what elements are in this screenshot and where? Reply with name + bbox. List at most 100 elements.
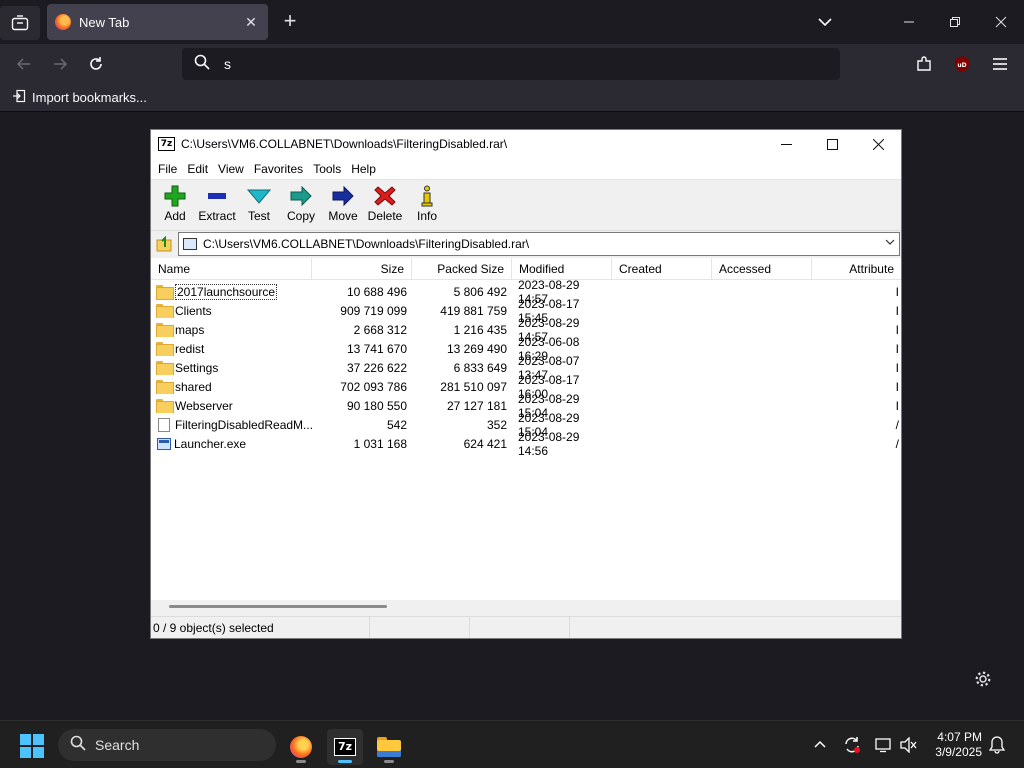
cell-packed-size: 5 806 492 [453,284,507,299]
window-titlebar[interactable]: 7z C:\Users\VM6.COLLABNET\Downloads\Filt… [151,130,901,158]
col-size[interactable]: Size [312,258,412,279]
text-file-icon [158,417,170,432]
cell-attributes: I [895,284,899,299]
extensions-icon[interactable] [910,50,938,78]
windows-start-icon[interactable] [20,734,44,758]
path-text: C:\Users\VM6.COLLABNET\Downloads\Filteri… [203,236,530,251]
chevron-down-icon[interactable] [815,12,835,32]
cell-packed-size: 419 881 759 [440,303,507,318]
tab-list-icon[interactable] [0,6,40,40]
menu-tools[interactable]: Tools [308,162,346,176]
col-packed-size[interactable]: Packed Size [412,258,512,279]
scrollbar-thumb[interactable] [169,605,387,608]
chevron-down-icon[interactable] [885,237,895,250]
info-icon [419,183,435,209]
close-window-icon[interactable] [978,8,1024,36]
notification-bell-icon[interactable] [985,733,1009,757]
cell-size: 90 180 550 [346,398,407,413]
move-icon [331,183,355,209]
add-icon [164,183,186,209]
status-selection: 0 / 9 object(s) selected [151,617,370,638]
col-attributes[interactable]: Attribute [812,258,901,279]
taskbar-7zip[interactable]: 7z [327,729,363,765]
col-created[interactable]: Created [612,258,712,279]
menu-help[interactable]: Help [346,162,381,176]
folder-up-icon[interactable] [152,232,178,256]
add-button[interactable]: Add [154,183,196,223]
network-icon[interactable] [872,733,896,757]
info-button[interactable]: Info [406,183,448,223]
sync-icon[interactable] [840,733,864,757]
menu-icon[interactable] [986,50,1014,78]
cell-attributes: I [895,303,899,318]
menu-edit[interactable]: Edit [182,162,213,176]
minimize-icon[interactable] [886,8,932,36]
test-button[interactable]: Test [238,183,280,223]
cell-attributes: I [895,341,899,356]
tab-bar: New Tab ✕ + [0,0,1024,44]
copy-label: Copy [286,209,315,223]
svg-text:uD: uD [957,62,966,69]
cell-size: 2 668 312 [353,322,407,337]
cell-name: shared [151,380,312,394]
close-icon[interactable] [855,130,901,158]
toolbar: Add Extract Test Copy Move Delete Info [151,180,901,230]
system-clock[interactable]: 4:07 PM 3/9/2025 [920,730,982,760]
taskbar-firefox[interactable] [283,729,319,765]
clock-date: 3/9/2025 [935,745,982,759]
menu-favorites[interactable]: Favorites [249,162,308,176]
horizontal-scrollbar[interactable] [151,600,901,614]
url-input[interactable]: s [224,56,231,72]
path-combobox[interactable]: C:\Users\VM6.COLLABNET\Downloads\Filteri… [178,231,900,256]
copy-button[interactable]: Copy [280,183,322,223]
7zip-app-icon: 7z [158,137,175,151]
extract-label: Extract [198,209,236,223]
taskbar-search[interactable]: Search [58,729,276,761]
table-row[interactable]: Launcher.exe 1 031 168 624 421 2023-08-29 1… [151,430,901,458]
move-label: Move [328,209,358,223]
taskbar-file-explorer[interactable] [371,729,407,765]
cell-attributes: I [895,398,899,413]
chevron-up-icon[interactable] [808,733,832,757]
cell-size: 37 226 622 [346,360,407,375]
minimize-icon[interactable] [763,130,809,158]
tab-new-tab[interactable]: New Tab ✕ [47,4,268,40]
file-name: 2017launchsource [175,283,278,300]
cell-packed-size: 281 510 097 [440,379,507,394]
cell-size: 1 031 168 [353,436,407,451]
close-icon[interactable]: ✕ [242,14,260,31]
back-icon[interactable] [10,50,38,78]
col-accessed[interactable]: Accessed [712,258,812,279]
menu-file[interactable]: File [153,162,182,176]
cell-size: 13 741 670 [346,341,407,356]
restore-icon[interactable] [932,8,978,36]
delete-button[interactable]: Delete [364,183,406,223]
ublock-icon[interactable]: uD [948,50,976,78]
menu-view[interactable]: View [213,162,249,176]
file-list: Name Size Packed Size Modified Created A… [151,258,901,600]
url-bar[interactable]: s [182,48,840,80]
cell-name: Settings [151,361,312,375]
forward-icon[interactable] [46,50,74,78]
volume-muted-icon[interactable] [897,733,921,757]
move-button[interactable]: Move [322,183,364,223]
cell-size: 10 688 496 [346,284,407,299]
maximize-icon[interactable] [809,130,855,158]
gear-icon[interactable] [972,668,994,690]
extract-button[interactable]: Extract [196,183,238,223]
navigation-toolbar: s uD [0,44,1024,84]
reload-icon[interactable] [82,50,110,78]
file-name: Webserver [175,398,233,413]
plus-icon[interactable]: + [279,10,301,34]
import-bookmarks-link[interactable]: Import bookmarks... [32,90,147,105]
col-name[interactable]: Name [151,258,312,279]
file-name: FilteringDisabledReadM... [175,417,312,432]
col-modified[interactable]: Modified [512,258,612,279]
search-icon [70,735,86,756]
cell-name: Clients [151,304,312,318]
cell-packed-size: 27 127 181 [446,398,507,413]
menu-bar: File Edit View Favorites Tools Help [151,158,901,180]
bookmarks-toolbar: Import bookmarks... [0,84,1024,112]
cell-packed-size: 6 833 649 [453,360,507,375]
archive-icon [183,237,197,250]
